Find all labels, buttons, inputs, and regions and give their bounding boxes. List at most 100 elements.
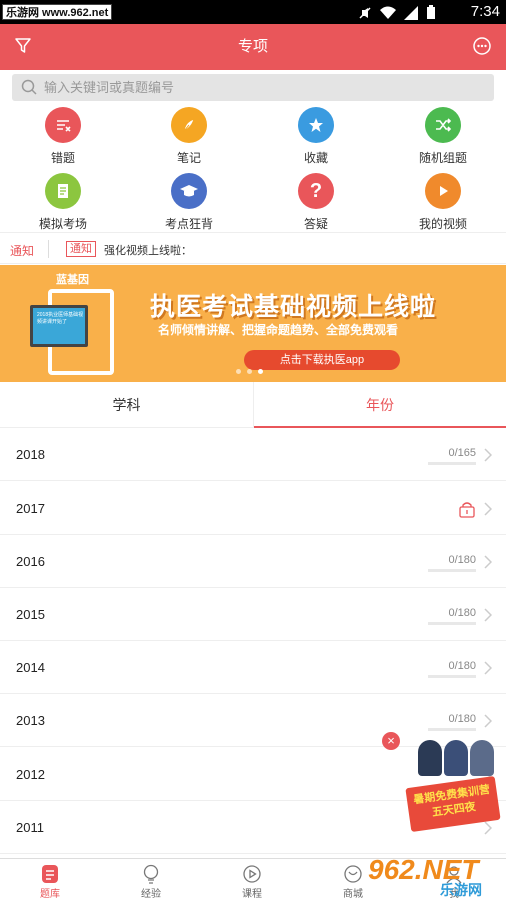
- site-watermark: 962.NET 乐游网: [368, 852, 504, 900]
- chevron-right-icon: [484, 661, 492, 675]
- status-bar: 乐游网 www.962.net 7:34: [0, 0, 506, 24]
- grid-item-mock-exam[interactable]: 模拟考场: [0, 170, 126, 234]
- search-bar: [12, 74, 494, 101]
- grid-item-favorites[interactable]: 收藏: [253, 104, 379, 168]
- progress-bar: [428, 462, 476, 465]
- carousel-dots: [236, 369, 263, 374]
- watermark-label: 乐游网 www.962.net: [2, 4, 113, 20]
- chevron-right-icon: [484, 714, 492, 728]
- banner-headline: 执医考试基础视频上线啦: [150, 293, 437, 321]
- progress-count: 0/180: [448, 554, 476, 566]
- banner-subtitle: 名师倾情讲解、把握命题趋势、全部免费观看: [158, 323, 399, 337]
- wrong-questions-icon: [45, 107, 81, 143]
- chevron-right-icon: [484, 555, 492, 569]
- list-item-2018[interactable]: 2018 0/165: [0, 428, 506, 481]
- banner-screen-text: 2018执业医师基础视频讲课开始了: [37, 312, 84, 325]
- progress-bar: [428, 728, 476, 731]
- carousel-dot[interactable]: [236, 369, 241, 374]
- graduation-icon: [171, 173, 207, 209]
- year-label: 2018: [16, 447, 45, 462]
- tabbar-label: 课程: [242, 889, 262, 900]
- chat-icon[interactable]: [472, 36, 492, 56]
- grid-item-random[interactable]: 随机组题: [380, 104, 506, 168]
- tab-year-label: 年份: [366, 397, 394, 413]
- tab-year[interactable]: 年份: [253, 382, 506, 428]
- grid-item-label: 考点狂背: [164, 217, 213, 231]
- star-icon: [298, 107, 334, 143]
- grid-item-key-points[interactable]: 考点狂背: [126, 170, 252, 234]
- tabbar-item-experience[interactable]: 经验: [101, 863, 201, 900]
- grid-item-my-videos[interactable]: 我的视频: [380, 170, 506, 234]
- year-label: 2017: [16, 501, 45, 516]
- search-input[interactable]: [44, 74, 484, 101]
- tabbar-item-courses[interactable]: 课程: [202, 863, 302, 900]
- grid-item-label: 错题: [50, 151, 75, 165]
- grid-item-notes[interactable]: 笔记: [126, 104, 252, 168]
- chevron-right-icon: [484, 608, 492, 622]
- grid-item-label: 收藏: [303, 151, 328, 165]
- promo-person-image: [470, 740, 494, 776]
- grid-item-qa[interactable]: ? 答疑: [253, 170, 379, 234]
- year-label: 2016: [16, 554, 45, 569]
- carousel-dot-active[interactable]: [258, 369, 263, 374]
- progress-count: 0/180: [448, 607, 476, 619]
- banner-screen: 2018执业医师基础视频讲课开始了: [30, 305, 88, 347]
- year-label: 2013: [16, 713, 45, 728]
- grid-item-label: 答疑: [303, 217, 328, 231]
- promo-person-image: [418, 740, 442, 776]
- close-icon[interactable]: ×: [382, 732, 400, 750]
- question-icon: ?: [298, 173, 334, 209]
- app-bar: 专项: [0, 24, 506, 70]
- notice-tag: 通知: [66, 241, 96, 257]
- exam-icon: [45, 173, 81, 209]
- progress-bar: [428, 675, 476, 678]
- tabbar-label: 题库: [40, 889, 60, 900]
- mute-icon: [359, 6, 371, 19]
- tabbar-item-question-bank[interactable]: 题库: [0, 863, 100, 900]
- list-item-2017[interactable]: 2017: [0, 482, 506, 535]
- course-play-icon: [202, 863, 302, 885]
- divider: [48, 240, 49, 258]
- question-bank-icon: [0, 863, 100, 885]
- watermark-cn: 乐游网: [440, 882, 482, 898]
- progress-bar: [428, 622, 476, 625]
- progress-count: 0/180: [448, 713, 476, 725]
- promo-badge: 暑期免费集训营 五天四夜: [405, 775, 501, 833]
- chevron-right-icon: [484, 448, 492, 462]
- list-item-2016[interactable]: 2016 0/180: [0, 535, 506, 588]
- grid-item-label: 笔记: [176, 151, 201, 165]
- search-icon: [21, 79, 37, 95]
- promo-person-image: [444, 740, 468, 776]
- chevron-right-icon: [484, 502, 492, 516]
- lock-icon: [459, 502, 475, 518]
- signal-icon: [404, 5, 418, 20]
- play-icon: [425, 173, 461, 209]
- floating-promo[interactable]: × 暑期免费集训营 五天四夜: [382, 732, 506, 834]
- banner-logo: 蓝基因: [56, 274, 89, 286]
- banner-download-button[interactable]: 点击下载执医app: [244, 350, 400, 370]
- bulb-icon: [101, 863, 201, 885]
- progress-bar: [428, 569, 476, 572]
- battery-icon: [427, 5, 435, 19]
- feature-grid: 错题 笔记 收藏 随机组题 模拟考场 考点狂背 ? 答疑 我的视频: [0, 104, 506, 232]
- page-title: 专项: [237, 38, 268, 55]
- category-tabs: 学科 年份: [0, 382, 506, 428]
- tabbar-label: 经验: [141, 889, 161, 900]
- grid-item-label: 随机组题: [418, 151, 467, 165]
- grid-item-label: 我的视频: [418, 217, 467, 231]
- carousel-dot[interactable]: [247, 369, 252, 374]
- grid-item-wrong-questions[interactable]: 错题: [0, 104, 126, 168]
- tab-subject[interactable]: 学科: [0, 382, 253, 428]
- clock: 7:34: [470, 3, 500, 20]
- promo-banner[interactable]: 蓝基因 2018执业医师基础视频讲课开始了 执医考试基础视频上线啦 名师倾情讲解…: [0, 265, 506, 382]
- progress-count: 0/165: [448, 447, 476, 459]
- list-item-2014[interactable]: 2014 0/180: [0, 641, 506, 694]
- notice-label: 通知: [10, 244, 35, 258]
- year-label: 2012: [16, 767, 45, 782]
- list-item-2015[interactable]: 2015 0/180: [0, 588, 506, 641]
- year-label: 2015: [16, 607, 45, 622]
- grid-item-label: 模拟考场: [38, 217, 87, 231]
- shuffle-icon: [425, 107, 461, 143]
- notice-bar[interactable]: 通知 通知 强化视频上线啦：: [0, 232, 506, 264]
- wifi-icon: [380, 6, 396, 19]
